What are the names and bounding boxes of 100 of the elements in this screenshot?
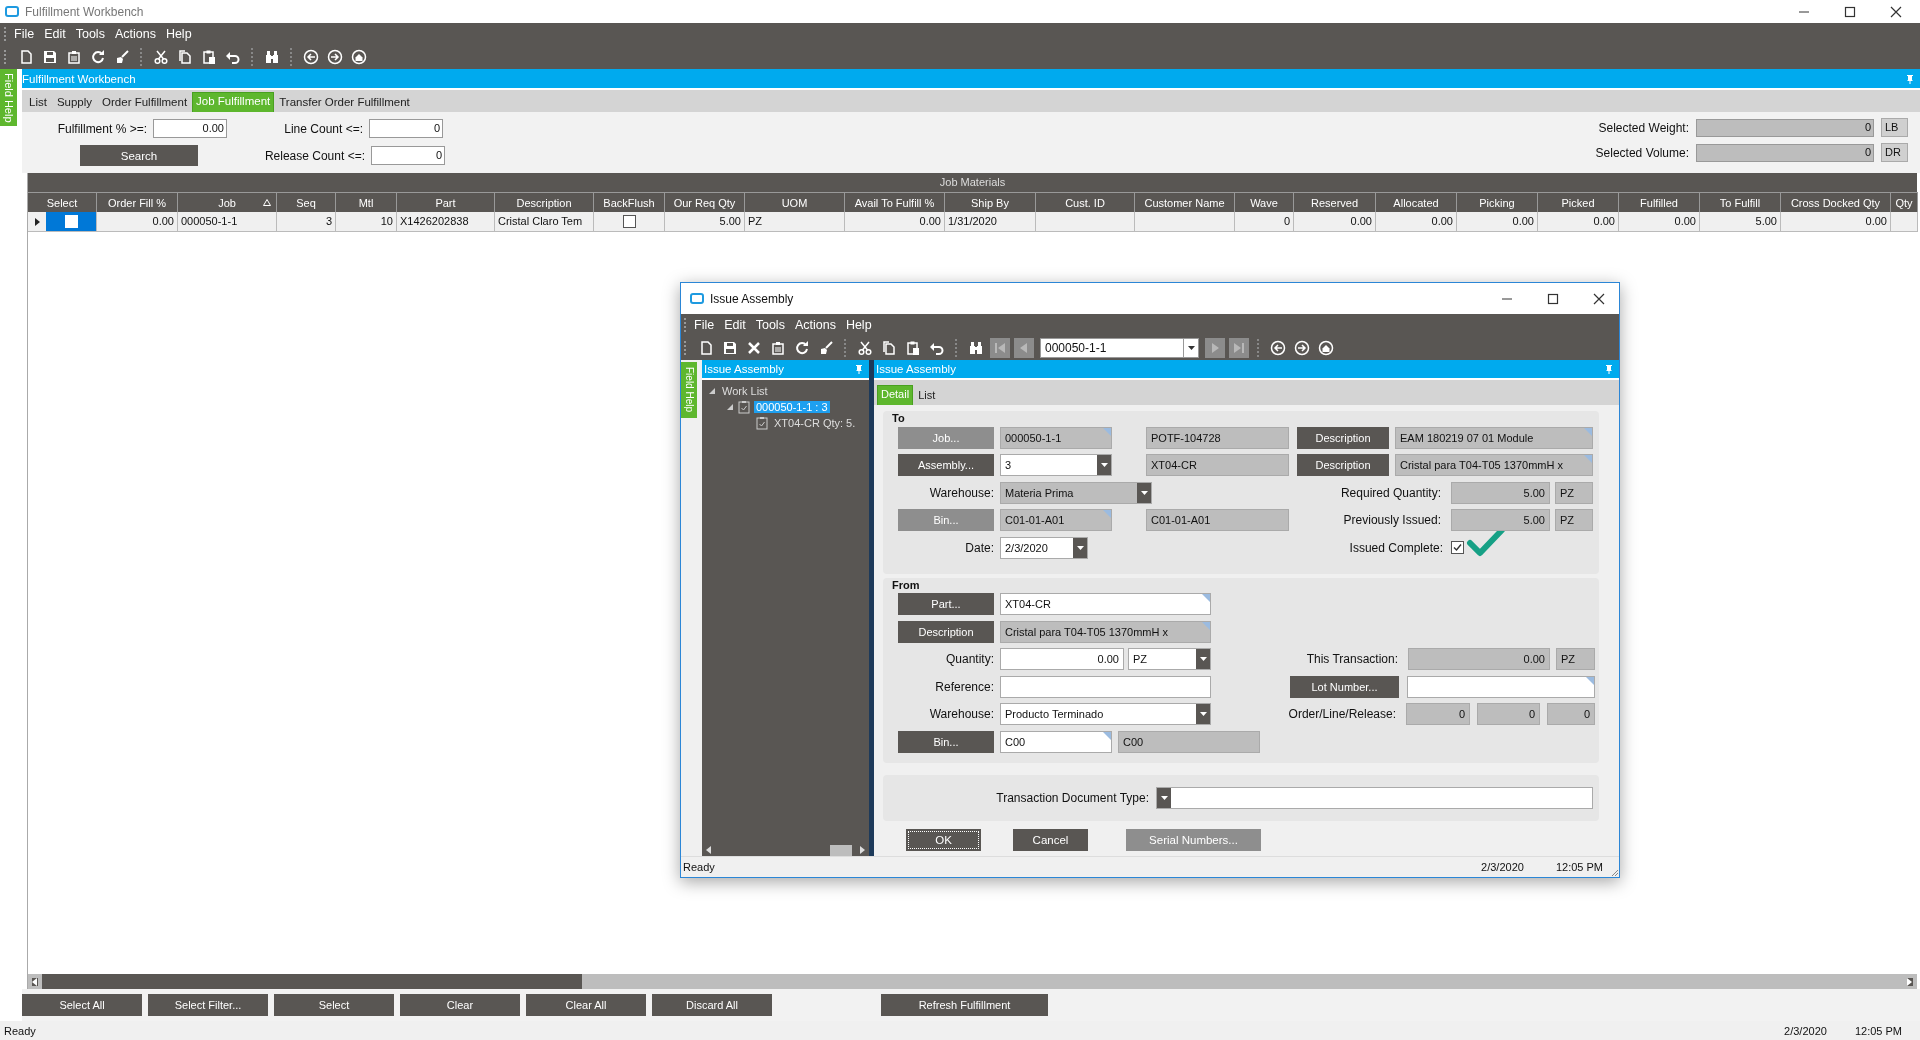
menu-item[interactable]: Actions (114, 27, 156, 41)
checkbox[interactable] (622, 215, 636, 228)
home-icon[interactable] (351, 49, 367, 65)
text-field[interactable]: C01-01-A01 (1146, 509, 1289, 531)
paste-icon[interactable] (201, 49, 217, 65)
tab[interactable]: Supply (51, 93, 98, 112)
forward-icon[interactable] (1294, 339, 1310, 356)
tab[interactable]: List (913, 386, 941, 405)
text-field[interactable]: XT04-CR (1146, 454, 1289, 476)
delete-icon[interactable] (746, 339, 762, 356)
text-field[interactable]: PZ (1556, 648, 1595, 670)
text-field[interactable]: 0 (1547, 703, 1595, 725)
pin-icon[interactable] (855, 364, 863, 374)
text-field[interactable]: POTF-104728 (1146, 426, 1289, 449)
dropdown-field[interactable]: 2/3/2020 (1000, 536, 1088, 559)
dialog-button[interactable]: Cancel (1013, 828, 1088, 851)
text-field[interactable]: EAM 180219 07 01 Module (1395, 426, 1593, 449)
maximize-icon[interactable] (1844, 5, 1856, 18)
dialog-button[interactable]: OK (906, 828, 981, 851)
page-icon[interactable] (698, 339, 714, 356)
home-icon[interactable] (1318, 339, 1334, 356)
text-field[interactable]: 0.00 (1408, 648, 1550, 670)
binoculars-icon[interactable] (264, 49, 280, 65)
binoculars-icon[interactable] (968, 339, 984, 356)
text-field[interactable]: XT04-CR (1000, 593, 1211, 615)
dropdown-field[interactable]: Producto Terminado (1000, 703, 1211, 725)
clipboard-icon[interactable] (66, 49, 82, 65)
menu-item[interactable]: Tools (755, 317, 785, 332)
expand-icon[interactable] (708, 387, 716, 395)
dropdown-field[interactable] (1156, 786, 1593, 809)
action-button[interactable]: Select Filter... (148, 994, 268, 1016)
menu-item[interactable]: Help (845, 317, 872, 332)
text-field[interactable]: C01-01-A01 (1000, 509, 1112, 531)
menu-item[interactable]: Actions (794, 317, 836, 332)
checkbox[interactable] (1451, 541, 1464, 554)
scroll-right-icon[interactable] (860, 846, 865, 854)
menu-item[interactable]: Edit (724, 317, 746, 332)
action-button[interactable]: Clear All (526, 994, 646, 1016)
form-button[interactable]: Description (898, 620, 994, 643)
text-field[interactable]: Cristal para T04-T05 1370mmH x (1395, 454, 1593, 476)
next-record-icon[interactable] (1205, 337, 1225, 358)
last-record-icon[interactable] (1229, 337, 1249, 358)
table-cell[interactable] (46, 212, 96, 231)
record-dropdown[interactable]: 000050-1-1 (1040, 337, 1199, 358)
menu-item[interactable]: File (14, 27, 35, 41)
scroll-left-icon[interactable] (32, 977, 38, 986)
action-button[interactable]: Select (274, 994, 394, 1016)
text-field[interactable]: 5.00 (1451, 509, 1550, 531)
text-field[interactable]: PZ (1555, 481, 1593, 504)
expand-icon[interactable] (726, 403, 734, 411)
form-button[interactable]: Assembly... (898, 454, 994, 476)
first-record-icon[interactable] (990, 337, 1010, 358)
refresh-icon[interactable] (90, 49, 106, 65)
clipboard-icon[interactable] (770, 339, 786, 356)
text-field[interactable]: 5.00 (1451, 481, 1550, 504)
close-icon[interactable] (1593, 292, 1605, 305)
back-icon[interactable] (1270, 339, 1286, 356)
search-button[interactable]: Search (80, 145, 198, 166)
copy-icon[interactable] (177, 49, 193, 65)
input-field[interactable]: 0.00 (153, 119, 227, 138)
text-field[interactable] (1407, 675, 1595, 698)
maximize-icon[interactable] (1547, 292, 1559, 305)
tab[interactable]: Transfer Order Fulfillment (274, 93, 415, 112)
action-button[interactable]: Clear (400, 994, 520, 1016)
menu-item[interactable]: Help (165, 27, 192, 41)
action-button[interactable]: Discard All (652, 994, 772, 1016)
refresh-button[interactable]: Refresh Fulfillment (881, 994, 1048, 1016)
save-icon[interactable] (722, 339, 738, 356)
dropdown-field[interactable]: PZ (1128, 648, 1211, 670)
brush-icon[interactable] (818, 339, 834, 356)
refresh-icon[interactable] (794, 339, 810, 356)
tree-item[interactable]: XT04-CR Qty: 5. (772, 417, 858, 429)
previous-record-icon[interactable] (1014, 337, 1034, 358)
scrollbar-thumb[interactable] (42, 974, 582, 989)
text-field[interactable]: Cristal para T04-T05 1370mmH x (1000, 620, 1211, 643)
form-button[interactable]: Bin... (898, 730, 994, 753)
page-icon[interactable] (18, 49, 34, 65)
pin-icon[interactable] (1605, 364, 1613, 374)
text-field[interactable]: 0.00 (1000, 648, 1124, 670)
tab[interactable]: Order Fulfillment (97, 93, 193, 112)
form-button[interactable]: Description (1297, 454, 1389, 476)
scrollbar-thumb[interactable] (830, 844, 852, 856)
form-button[interactable]: Description (1297, 426, 1389, 449)
dropdown-field[interactable]: Materia Prima (1000, 481, 1152, 504)
text-field[interactable]: C00 (1000, 730, 1112, 753)
form-button[interactable]: Part... (898, 593, 994, 615)
text-field[interactable]: PZ (1555, 509, 1593, 531)
back-icon[interactable] (303, 49, 319, 65)
input-field[interactable]: 0 (369, 119, 443, 138)
menu-item[interactable]: Tools (75, 27, 105, 41)
menu-item[interactable]: Edit (44, 27, 66, 41)
menu-item[interactable]: File (694, 317, 715, 332)
action-button[interactable]: Select All (22, 994, 142, 1016)
tab[interactable]: List (24, 93, 52, 112)
brush-icon[interactable] (114, 49, 130, 65)
save-icon[interactable] (42, 49, 58, 65)
tree-item[interactable]: Work List (720, 385, 770, 397)
scissors-icon[interactable] (153, 49, 169, 65)
text-field[interactable]: 0 (1477, 703, 1540, 725)
resize-grip-icon[interactable] (1611, 869, 1619, 877)
